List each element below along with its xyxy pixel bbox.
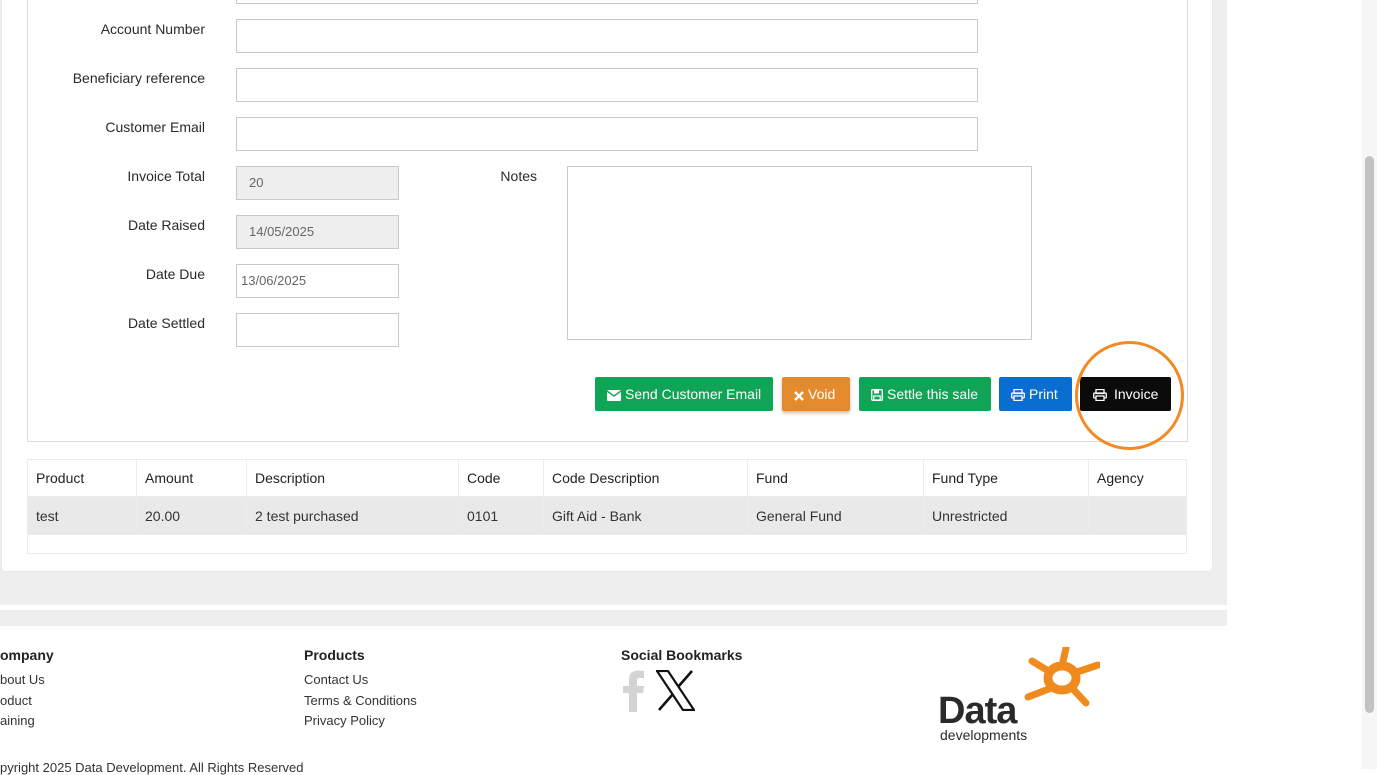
beneficiary-reference-input[interactable] bbox=[236, 68, 978, 102]
footer-divider bbox=[0, 610, 1227, 626]
print-label: Print bbox=[1029, 386, 1058, 402]
customer-email-label: Customer Email bbox=[105, 119, 205, 135]
table-header-row: Product Amount Description Code Code Des… bbox=[27, 459, 1187, 497]
column-header-amount: Amount bbox=[136, 459, 247, 497]
cell-fund: General Fund bbox=[747, 496, 924, 535]
footer-social-title: Social Bookmarks bbox=[621, 647, 743, 663]
notes-label: Notes bbox=[500, 168, 537, 184]
envelope-icon bbox=[606, 390, 622, 401]
logo-wordmark: Data bbox=[938, 690, 1017, 732]
column-header-fund-type: Fund Type bbox=[923, 459, 1089, 497]
date-settled-input[interactable] bbox=[236, 313, 399, 347]
void-label: Void bbox=[808, 386, 836, 402]
previous-field-input[interactable] bbox=[236, 0, 978, 4]
send-customer-email-label: Send Customer Email bbox=[625, 386, 762, 402]
date-raised-input[interactable]: 14/05/2025 bbox=[236, 215, 399, 249]
print-button[interactable]: Print bbox=[999, 377, 1072, 411]
cell-agency bbox=[1088, 496, 1187, 535]
page-scrollbar-thumb[interactable] bbox=[1365, 156, 1374, 713]
date-due-label: Date Due bbox=[145, 266, 205, 282]
settle-sale-label: Settle this sale bbox=[887, 386, 979, 402]
table-spacer-cell bbox=[27, 534, 1187, 554]
data-developments-logo: Data developments bbox=[938, 647, 1103, 747]
cell-code: 0101 bbox=[458, 496, 544, 535]
save-icon bbox=[870, 388, 884, 402]
date-settled-label: Date Settled bbox=[127, 315, 205, 331]
send-customer-email-button[interactable]: Send Customer Email bbox=[595, 377, 773, 411]
footer-copyright: pyright 2025 Data Development. All Right… bbox=[0, 760, 304, 775]
column-header-code-description: Code Description bbox=[543, 459, 748, 497]
footer-link-terms[interactable]: Terms & Conditions bbox=[304, 693, 417, 708]
column-header-fund: Fund bbox=[747, 459, 924, 497]
cell-fund-type: Unrestricted bbox=[923, 496, 1089, 535]
column-header-product: Product bbox=[27, 459, 137, 497]
cell-product: test bbox=[27, 496, 137, 535]
cell-code-description: Gift Aid - Bank bbox=[543, 496, 748, 535]
date-raised-label: Date Raised bbox=[127, 217, 205, 233]
table-spacer-row bbox=[27, 534, 1187, 554]
logo-mark-icon bbox=[1024, 647, 1100, 707]
x-icon[interactable] bbox=[654, 669, 697, 712]
footer-link-contact-us[interactable]: Contact Us bbox=[304, 672, 368, 687]
printer-icon bbox=[1011, 388, 1025, 402]
table-row[interactable]: test 20.00 2 test purchased 0101 Gift Ai… bbox=[27, 496, 1187, 535]
invoice-highlight-circle bbox=[1075, 341, 1184, 450]
footer-link-product[interactable]: oduct bbox=[0, 693, 32, 708]
cell-description: 2 test purchased bbox=[246, 496, 459, 535]
facebook-icon[interactable] bbox=[622, 670, 646, 712]
void-button[interactable]: Void bbox=[782, 377, 850, 411]
settle-sale-button[interactable]: Settle this sale bbox=[859, 377, 991, 411]
footer-link-about-us[interactable]: bout Us bbox=[0, 672, 45, 687]
footer-link-privacy[interactable]: Privacy Policy bbox=[304, 713, 385, 728]
column-header-agency: Agency bbox=[1088, 459, 1187, 497]
invoice-total-label: Invoice Total bbox=[127, 168, 205, 184]
account-number-label: Account Number bbox=[100, 21, 205, 37]
footer-products-title: Products bbox=[304, 647, 365, 663]
beneficiary-reference-label: Beneficiary reference bbox=[72, 70, 205, 86]
cell-amount: 20.00 bbox=[136, 496, 247, 535]
column-header-description: Description bbox=[246, 459, 459, 497]
footer-link-training[interactable]: aining bbox=[0, 713, 35, 728]
footer-company-title: ompany bbox=[0, 647, 54, 663]
date-due-input[interactable]: 13/06/2025 bbox=[236, 264, 399, 298]
account-number-input[interactable] bbox=[236, 19, 978, 53]
close-icon bbox=[794, 391, 804, 401]
notes-textarea[interactable] bbox=[567, 166, 1032, 340]
sale-items-table: Product Amount Description Code Code Des… bbox=[27, 459, 1187, 554]
customer-email-input[interactable] bbox=[236, 117, 978, 151]
logo-subtext: developments bbox=[940, 727, 1028, 743]
column-header-code: Code bbox=[458, 459, 544, 497]
